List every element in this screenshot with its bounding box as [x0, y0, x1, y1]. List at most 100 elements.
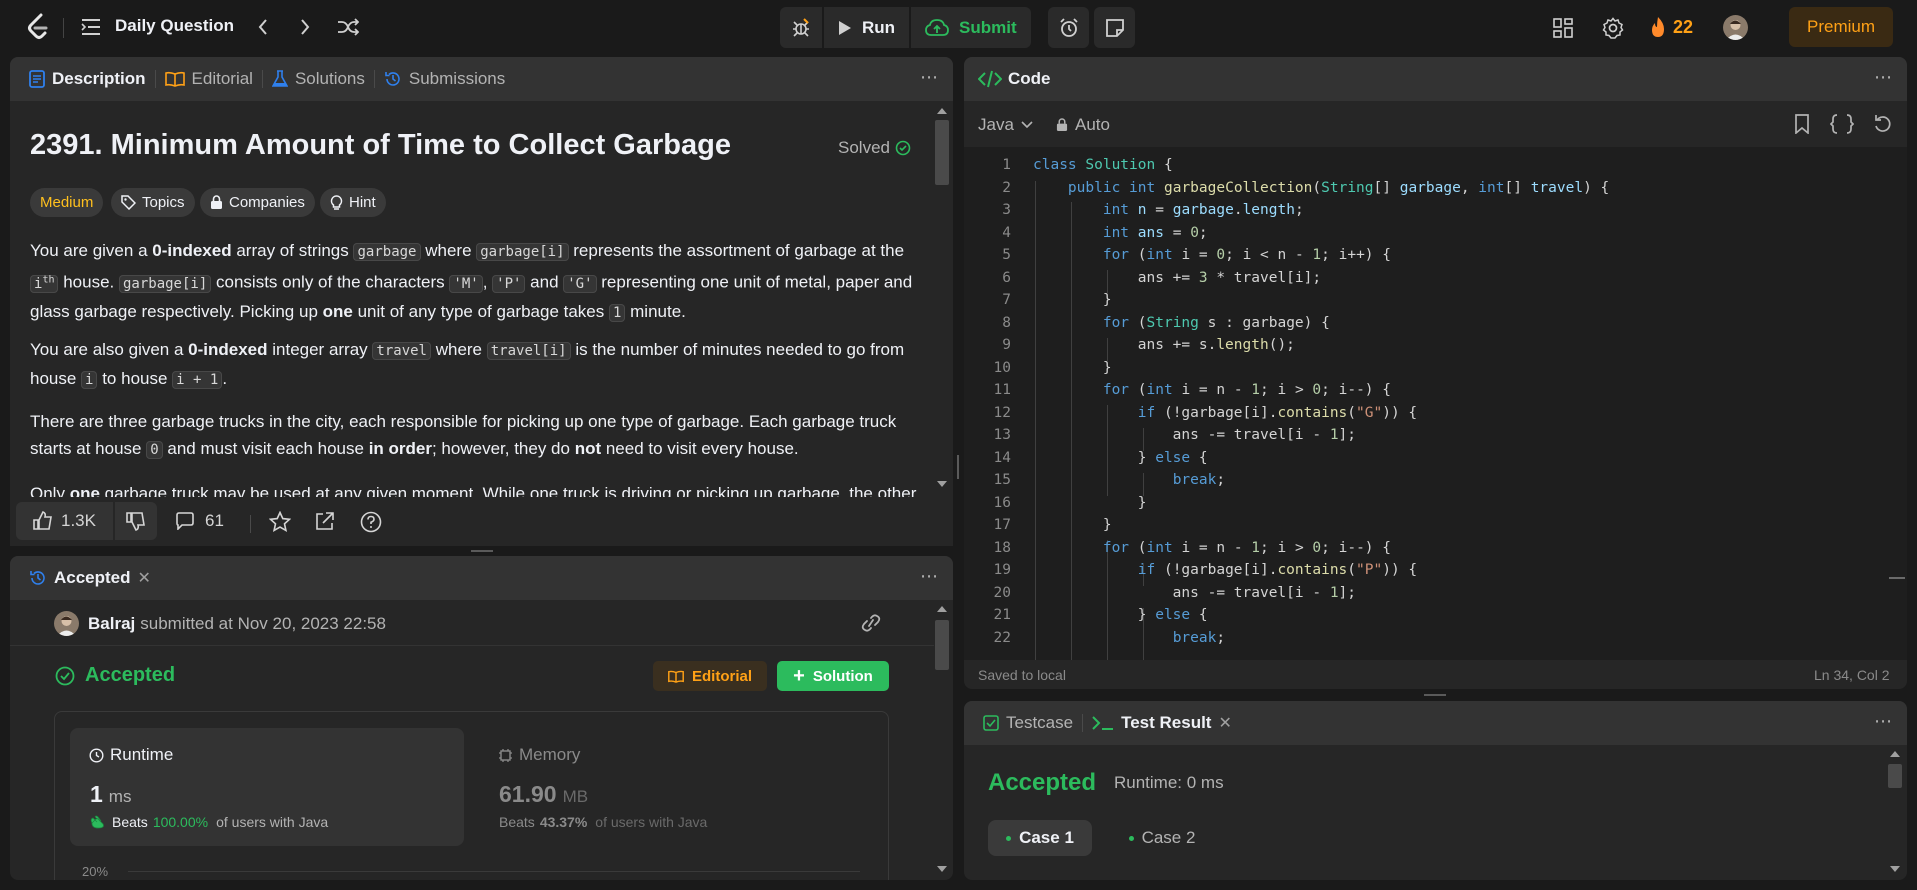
tab-solutions[interactable]: Solutions — [263, 57, 374, 101]
tab-description[interactable]: Description — [20, 57, 155, 101]
layout-icon[interactable] — [1551, 16, 1575, 40]
hint-label: Hint — [349, 194, 376, 211]
submitter-avatar[interactable] — [54, 611, 79, 636]
share-icon[interactable] — [314, 511, 335, 532]
scroll-up-arrow[interactable] — [937, 108, 947, 114]
scroll-up-arrow[interactable] — [1890, 751, 1900, 757]
solved-label: Solved — [838, 138, 890, 157]
code-brackets-icon — [978, 70, 1002, 88]
scroll-down-arrow[interactable] — [1890, 866, 1900, 872]
close-icon[interactable]: ✕ — [138, 568, 151, 588]
tab-editorial[interactable]: Editorial — [156, 57, 262, 101]
runtime-value: 1 — [90, 781, 103, 807]
saved-status: Saved to local — [978, 667, 1066, 683]
scroll-down-arrow[interactable] — [937, 866, 947, 872]
premium-button[interactable]: Premium — [1789, 7, 1893, 47]
runtime-beats-prefix: Beats — [112, 814, 148, 830]
tab-submissions[interactable]: Submissions — [375, 57, 514, 101]
link-icon[interactable] — [859, 613, 883, 633]
leetcode-logo-icon[interactable] — [24, 12, 52, 42]
case-2-label: Case 2 — [1141, 828, 1196, 847]
bookmark-icon[interactable] — [1794, 114, 1810, 134]
scroll-down-arrow[interactable] — [937, 481, 947, 487]
tab-solutions-label: Solutions — [294, 69, 365, 88]
note-icon — [1105, 18, 1124, 37]
chevron-left-icon[interactable] — [252, 16, 274, 38]
horizontal-resize-handle[interactable] — [1424, 694, 1446, 696]
solution-button[interactable]: + Solution — [777, 661, 889, 691]
clock-icon — [89, 747, 104, 763]
submit-button[interactable]: Submit — [911, 7, 1031, 48]
chart-tick-label: 20% — [82, 864, 109, 879]
runtime-label: Runtime — [110, 745, 174, 764]
auto-mode[interactable]: Auto — [1056, 115, 1110, 135]
play-icon — [839, 20, 851, 35]
companies-chip[interactable]: Companies — [200, 188, 315, 217]
like-count: 1.3K — [61, 511, 96, 530]
more-options-icon[interactable]: ⋯ — [1874, 67, 1893, 88]
notes-button[interactable] — [1094, 7, 1135, 48]
description-paragraph-2: You are also given a 0-indexed integer a… — [30, 340, 905, 389]
close-icon[interactable]: ✕ — [1218, 713, 1231, 733]
tab-code[interactable]: Code — [978, 57, 1051, 101]
cloud-upload-icon — [925, 18, 949, 36]
more-options-icon[interactable]: ⋯ — [1874, 711, 1893, 732]
scroll-up-arrow[interactable] — [937, 606, 947, 612]
testresult-scroll-thumb[interactable] — [1888, 764, 1902, 788]
user-avatar[interactable] — [1723, 15, 1748, 40]
tab-testcase[interactable]: Testcase — [974, 701, 1082, 745]
memory-value: 61.90 — [499, 781, 557, 807]
tab-test-result[interactable]: Test Result ✕ — [1083, 701, 1241, 745]
run-button[interactable]: Run — [824, 7, 910, 48]
book-icon — [164, 71, 185, 87]
daily-question-title[interactable]: Daily Question — [115, 16, 234, 36]
help-icon[interactable] — [360, 511, 382, 533]
memory-header[interactable]: Memory — [498, 745, 580, 765]
horizontal-resize-handle[interactable] — [471, 550, 493, 552]
plus-icon: + — [793, 665, 805, 687]
shuffle-icon[interactable] — [336, 16, 360, 38]
description-tabs: Description Editorial Solutions Submissi… — [10, 57, 953, 101]
editorial-button[interactable]: Editorial — [653, 661, 767, 691]
chevron-right-icon[interactable] — [294, 16, 316, 38]
comments-button[interactable]: 61 — [175, 511, 224, 531]
memory-beats-prefix: Beats — [499, 814, 535, 830]
chip-icon — [499, 748, 512, 762]
favorite-star-icon[interactable] — [269, 511, 291, 533]
language-select[interactable]: Java — [978, 115, 1033, 135]
submission-scroll-thumb[interactable] — [935, 620, 949, 670]
settings-gear-icon[interactable] — [1601, 16, 1625, 40]
more-options-icon[interactable]: ⋯ — [920, 566, 939, 587]
test-runtime: Runtime: 0 ms — [1114, 773, 1224, 792]
streak-counter[interactable]: 22 — [1649, 14, 1693, 40]
problem-list-icon[interactable] — [80, 16, 102, 38]
runtime-beats-percent: 100.00% — [152, 814, 209, 830]
code-header: Code ⋯ — [964, 57, 1907, 101]
submitter-name[interactable]: Balraj — [88, 614, 135, 634]
difficulty-badge: Medium — [30, 188, 104, 217]
description-scroll-thumb[interactable] — [935, 120, 949, 185]
more-options-icon[interactable]: ⋯ — [920, 67, 939, 88]
like-button[interactable]: 1.3K — [16, 502, 113, 540]
vertical-resize-handle[interactable] — [957, 455, 959, 479]
accepted-status: Accepted — [55, 664, 175, 687]
section-divider — [10, 645, 934, 646]
reset-icon[interactable] — [1873, 114, 1893, 134]
checkbox-icon — [983, 715, 999, 731]
dislike-button[interactable] — [115, 502, 157, 540]
auto-label: Auto — [1075, 115, 1110, 134]
debug-button[interactable] — [780, 7, 822, 48]
case-tab-2[interactable]: Case 2 — [1110, 820, 1214, 856]
solved-status: Solved — [838, 138, 911, 158]
timer-button[interactable] — [1048, 7, 1089, 48]
topics-chip[interactable]: Topics — [111, 188, 195, 217]
runtime-header: Runtime — [89, 745, 173, 765]
run-label: Run — [862, 17, 896, 37]
tab-accepted-label: Accepted — [54, 568, 131, 587]
format-braces-icon[interactable] — [1830, 114, 1854, 134]
hint-chip[interactable]: Hint — [320, 188, 386, 217]
tab-submissions-label: Submissions — [408, 69, 506, 88]
tab-accepted[interactable]: Accepted ✕ — [20, 556, 160, 600]
pass-dot-icon — [1006, 835, 1012, 841]
case-tab-1[interactable]: Case 1 — [988, 820, 1092, 856]
